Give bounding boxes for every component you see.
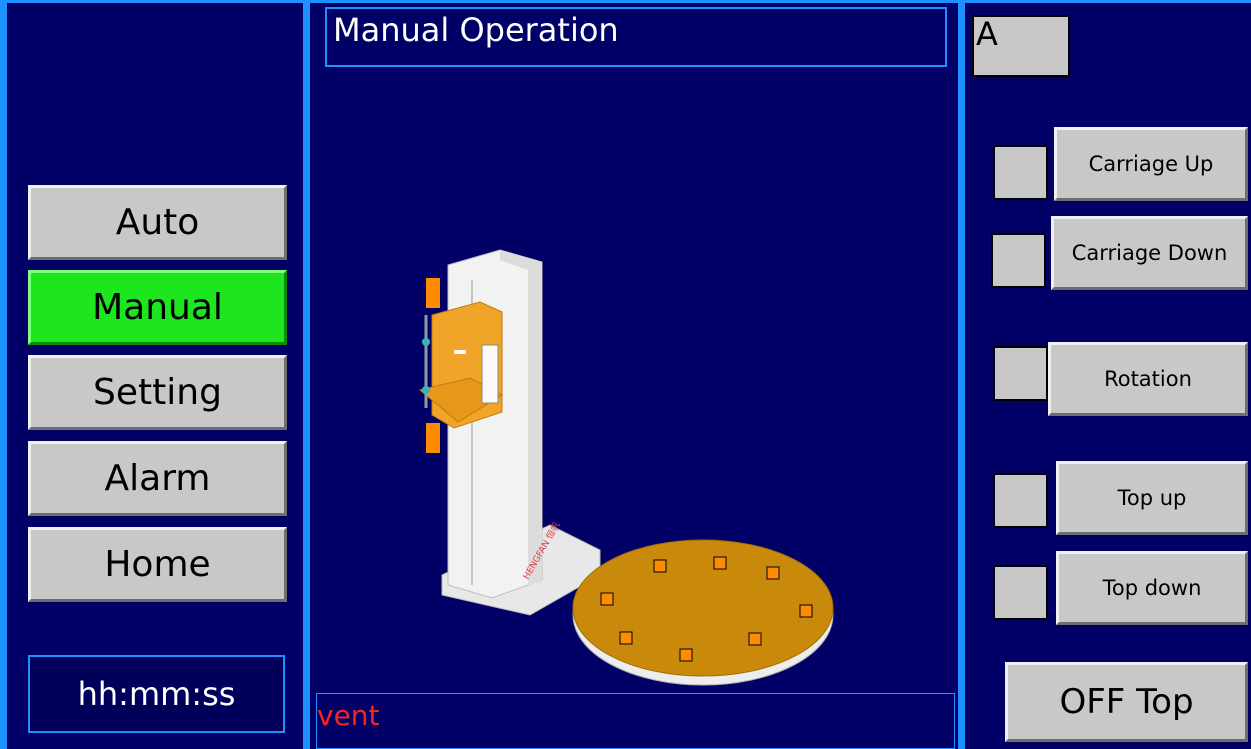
off-top-button[interactable]: OFF Top <box>1005 662 1248 742</box>
mode-indicator-text: A <box>976 15 998 53</box>
nav-home-button[interactable]: Home <box>28 527 287 602</box>
top-border <box>0 0 1251 3</box>
lower-limit-sensor <box>426 423 440 453</box>
carriage-up-button[interactable]: Carriage Up <box>1054 127 1248 201</box>
right-panel-divider <box>958 0 965 749</box>
nav-alarm-button[interactable]: Alarm <box>28 441 287 516</box>
left-panel-divider <box>303 0 310 749</box>
rotation-lamp <box>993 346 1048 401</box>
page-title: Manual Operation <box>325 7 947 67</box>
top-down-button[interactable]: Top down <box>1056 551 1248 625</box>
left-border <box>0 0 7 749</box>
carriage-down-lamp <box>991 233 1046 288</box>
carriage-down-button[interactable]: Carriage Down <box>1051 216 1248 290</box>
top-up-button[interactable]: Top up <box>1056 461 1248 535</box>
nav-auto-button[interactable]: Auto <box>28 185 287 260</box>
nav-setting-button[interactable]: Setting <box>28 355 287 430</box>
top-down-lamp <box>993 565 1048 620</box>
rotation-button[interactable]: Rotation <box>1048 342 1248 416</box>
event-text: vent <box>317 699 380 732</box>
upper-limit-sensor <box>426 278 440 308</box>
nav-manual-button[interactable]: Manual <box>28 270 287 345</box>
top-up-lamp <box>993 473 1048 528</box>
clock-display: hh:mm:ss <box>28 655 285 733</box>
page-title-text: Manual Operation <box>333 11 619 49</box>
carriage-up-lamp <box>993 145 1048 200</box>
mode-indicator: A <box>972 15 1070 77</box>
wrapping-machine-illustration: HENGFAN 恒帆 <box>418 249 834 686</box>
event-bar: vent <box>316 693 955 749</box>
clock-text: hh:mm:ss <box>77 675 236 713</box>
